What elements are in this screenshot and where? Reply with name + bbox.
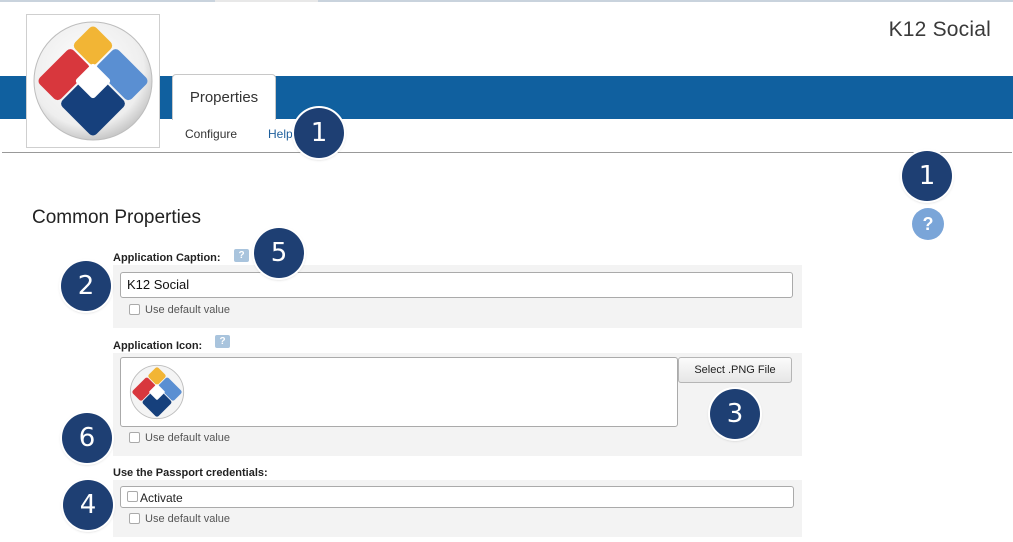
caption-label: Application Caption: — [113, 252, 221, 264]
caption-input[interactable]: K12 Social — [120, 272, 793, 298]
subnav-help[interactable]: Help — [268, 127, 293, 141]
icon-preview — [120, 357, 678, 427]
passport-default-checkbox[interactable] — [129, 513, 140, 524]
top-edge-tab — [215, 0, 318, 2]
icon-label: Application Icon: — [113, 340, 203, 352]
passport-default-label: Use default value — [145, 513, 230, 525]
icon-default-label: Use default value — [145, 432, 230, 444]
caption-default-checkbox[interactable] — [129, 304, 140, 315]
callout-badge-help-tab: 1 — [294, 108, 344, 158]
app-title: K12 Social — [888, 18, 991, 41]
passport-label: Use the Passport credentials: — [113, 467, 268, 479]
callout-badge-caption-help: 5 — [254, 228, 304, 278]
icon-default-checkbox[interactable] — [129, 432, 140, 443]
callout-badge-passport: 4 — [63, 480, 113, 530]
callout-badge-select-file: 3 — [710, 389, 760, 439]
select-png-button[interactable]: Select .PNG File — [678, 357, 792, 383]
section-title: Common Properties — [32, 207, 201, 228]
top-edge — [0, 0, 1013, 2]
header-divider — [2, 152, 1012, 153]
app-logo — [26, 14, 160, 148]
callout-badge-caption: 2 — [61, 261, 111, 311]
callout-badge-help-icon: 1 — [902, 151, 952, 201]
activate-field[interactable]: Activate — [120, 486, 794, 508]
callout-badge-icon: 6 — [62, 413, 112, 463]
caption-default-label: Use default value — [145, 304, 230, 316]
app-icon-preview-icon — [129, 364, 185, 420]
activate-checkbox[interactable] — [127, 491, 138, 502]
activate-label: Activate — [140, 491, 183, 505]
help-icon[interactable]: ? — [912, 208, 944, 240]
subnav-configure[interactable]: Configure — [185, 127, 237, 141]
caption-help-icon[interactable]: ? — [234, 249, 249, 262]
app-logo-icon — [33, 21, 153, 141]
tab-properties[interactable]: Properties — [172, 74, 276, 120]
icon-help-icon[interactable]: ? — [215, 335, 230, 348]
